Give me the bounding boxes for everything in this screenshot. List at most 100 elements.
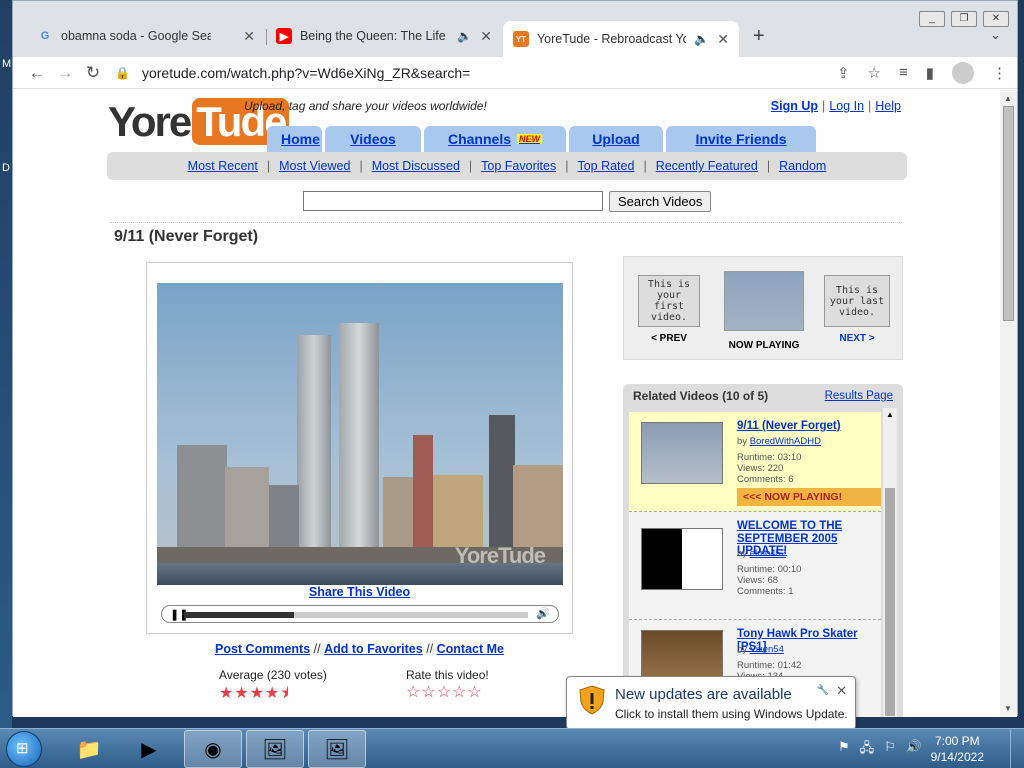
maximize-button[interactable]: ❐ [951,11,977,27]
forward-button[interactable]: → [51,63,79,83]
back-button[interactable]: ← [23,63,51,83]
uploader-link[interactable]: BoredWithADHD [750,436,821,447]
now-playing-label: NOW PLAYING [728,340,800,351]
volume-icon[interactable]: 🔊 [536,607,550,620]
nav-home[interactable]: Home [267,126,322,152]
show-desktop-button[interactable] [1010,729,1024,768]
action-center-icon[interactable]: ⚐ [884,739,896,761]
omnibox[interactable]: 🔒 yoretude.com/watch.php?v=Wd6eXiNg_ZR&s… [115,65,470,81]
update-tray-icon[interactable]: ⚑ [838,739,850,761]
contact-me-link[interactable]: Contact Me [437,642,504,656]
tab-bar: _ ❐ ✕ G obamna soda - Google Search ✕ ▶ … [13,1,1017,57]
prev-label[interactable]: < PREV [638,333,700,344]
nav-channels[interactable]: Channels NEW [424,126,566,152]
system-tray: ⚑ 🖧 ⚐ 🔊 [838,739,922,761]
page-scrollbar[interactable]: ▲ ▼ [1000,90,1017,717]
sign-up-link[interactable]: Sign Up [771,99,818,113]
media-control-icon[interactable]: ≡ [899,64,908,81]
tab-google-search[interactable]: G obamna soda - Google Search ✕ [27,21,265,51]
speaker-icon[interactable]: 🔈 [457,29,472,43]
media-player-icon[interactable]: ▶ [120,730,178,768]
nav-upload[interactable]: Upload [569,126,663,152]
explorer-icon[interactable]: 📁 [60,730,118,768]
start-button[interactable]: ⊞ [6,731,42,767]
share-icon[interactable]: ⇪ [837,64,850,82]
video-thumbnail[interactable] [641,528,723,590]
url-text[interactable]: yoretude.com/watch.php?v=Wd6eXiNg_ZR&sea… [142,65,470,81]
volume-tray-icon[interactable]: 🔊 [906,739,922,761]
toolbar-icons: ⇪ ☆ ≡ ▮ ⋮ [837,61,1007,84]
average-votes: Average (230 votes) [219,668,327,682]
reload-button[interactable]: ↻ [79,63,107,83]
related-scrollbar[interactable]: ▲ [883,408,897,717]
google-icon: G [40,30,50,42]
chevron-down-icon[interactable]: ⌄ [990,27,1001,43]
log-in-link[interactable]: Log In [829,99,864,113]
subnav-random[interactable]: Random [779,159,826,173]
close-window-button[interactable]: ✕ [983,11,1009,27]
close-icon[interactable]: ✕ [836,683,847,699]
desktop-letter: M [2,58,12,70]
list-item[interactable]: 9/11 (Never Forget) by BoredWithADHD Run… [629,412,881,512]
rate-stars-icon[interactable]: ☆☆☆☆☆ [406,682,489,702]
wrench-icon[interactable]: 🔧 [817,685,829,696]
close-tab-icon[interactable]: ✕ [480,28,492,45]
side-panel-icon[interactable]: ▮ [926,64,934,82]
subnav-most-viewed[interactable]: Most Viewed [279,159,350,173]
uploader-link[interactable]: elmo452 [750,548,786,559]
search-videos-button[interactable]: Search Videos [609,191,712,212]
list-item[interactable]: WELCOME TO THE SEPTEMBER 2005 UPDATE! by… [629,512,881,620]
scroll-up-icon[interactable]: ▲ [1004,94,1012,103]
seek-progress [184,612,295,618]
close-tab-icon[interactable]: ✕ [717,31,729,48]
video-thumbnail[interactable] [641,422,723,484]
now-playing-thumbnail[interactable] [724,271,804,331]
nav-invite-friends[interactable]: Invite Friends [666,126,816,152]
lock-icon[interactable]: 🔒 [115,66,130,80]
desktop-edge: M D [0,0,12,728]
clock[interactable]: 7:00 PM 9/14/2022 [931,733,984,765]
close-tab-icon[interactable]: ✕ [243,28,255,45]
add-to-favorites-link[interactable]: Add to Favorites [324,642,423,656]
subnav-top-rated[interactable]: Top Rated [577,159,634,173]
minimize-button[interactable]: _ [919,11,945,27]
chrome-icon[interactable]: ◉ [184,730,242,768]
window-controls: _ ❐ ✕ [919,11,1009,27]
uploader-link[interactable]: Vixen54 [750,644,784,655]
subnav-top-favorites[interactable]: Top Favorites [481,159,556,173]
help-link[interactable]: Help [875,99,901,113]
nav-videos[interactable]: Videos [325,126,421,152]
picture-viewer-icon[interactable]: 🖼 [246,730,304,768]
results-page-link[interactable]: Results Page [825,390,893,402]
bookmark-star-icon[interactable]: ☆ [868,64,881,82]
related-title[interactable]: 9/11 (Never Forget) [737,420,881,433]
seek-bar[interactable] [184,612,528,618]
now-playing-badge: <<< NOW PLAYING! [737,488,881,506]
windows-update-notification[interactable]: New updates are available Click to insta… [566,676,856,737]
next-thumbnail[interactable]: This is your last video. [824,275,890,327]
video-frame[interactable]: YoreTude [157,283,563,585]
subnav-most-recent[interactable]: Most Recent [188,159,258,173]
post-comments-link[interactable]: Post Comments [215,642,310,656]
network-icon[interactable]: 🖧 [860,739,875,761]
profile-avatar[interactable] [952,61,974,84]
average-stars-icon: ★★★★⯨ [219,685,290,702]
prev-thumbnail[interactable]: This is your first video. [638,275,700,327]
subnav-most-discussed[interactable]: Most Discussed [372,159,460,173]
tab-being-the-queen[interactable]: ▶ Being the Queen: The Life of 🔈 ✕ [266,21,502,51]
search-input[interactable] [303,191,603,211]
tab-title: Being the Queen: The Life of [299,29,450,43]
menu-dots-icon[interactable]: ⋮ [992,64,1007,82]
tab-yoretude[interactable]: YT YoreTude - Rebroadcast Your 🔈 ✕ [503,21,739,57]
speaker-icon[interactable]: 🔈 [694,32,709,46]
image-window-icon[interactable]: 🖼 [308,730,366,768]
new-tab-button[interactable]: + [753,25,765,48]
related-header: Related Videos (10 of 5) Results Page [633,389,893,403]
taskbar: ⊞ 📁 ▶ ◉ 🖼 🖼 ⚑ 🖧 ⚐ 🔊 7:00 PM 9/14/2022 [0,728,1024,768]
scroll-down-icon[interactable]: ▼ [1004,704,1012,713]
next-link[interactable]: NEXT > [839,333,874,344]
share-video-link[interactable]: Share This Video [147,585,572,599]
scroll-up-icon[interactable]: ▲ [886,410,894,419]
subnav-recently-featured[interactable]: Recently Featured [656,159,758,173]
divider [110,222,902,223]
